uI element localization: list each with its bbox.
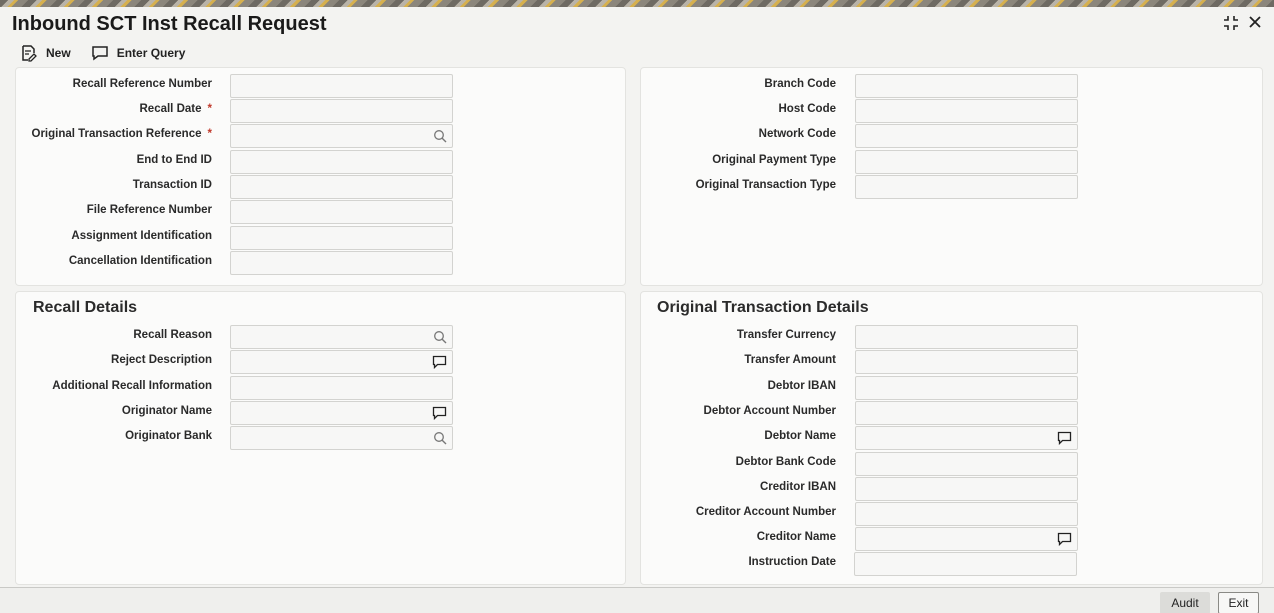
original-transaction-reference-label-wrap: Original Transaction Reference *	[0, 128, 213, 140]
recall-details-title: Recall Details	[33, 299, 138, 316]
close-icon[interactable]	[1247, 14, 1263, 35]
reject-description-input[interactable]	[230, 350, 453, 374]
debtor-account-number-input[interactable]	[855, 401, 1078, 425]
comment-icon[interactable]	[1057, 532, 1072, 551]
network-code-input[interactable]	[855, 124, 1078, 148]
footer-bar: Audit Exit	[0, 587, 1274, 613]
originator-name-input[interactable]	[230, 401, 453, 425]
original-transaction-reference-label: Original Transaction Reference	[31, 128, 202, 140]
debtor-account-number-label: Debtor Account Number	[703, 405, 836, 417]
enter-query-button[interactable]: Enter Query	[91, 45, 186, 61]
file-reference-number-label: File Reference Number	[86, 204, 212, 216]
assignment-identification-input[interactable]	[230, 226, 453, 250]
recall-date-label: Recall Date	[139, 103, 202, 115]
new-button[interactable]: New	[20, 44, 71, 62]
audit-button[interactable]: Audit	[1160, 592, 1210, 613]
original-transaction-details-title: Original Transaction Details	[657, 299, 869, 316]
recall-reason-input[interactable]	[230, 325, 453, 349]
debtor-name-input[interactable]	[855, 426, 1078, 450]
original-transaction-type-input[interactable]	[855, 175, 1078, 199]
recall-reference-number-input[interactable]	[230, 74, 453, 98]
transaction-id-input[interactable]	[230, 175, 453, 199]
creditor-iban-label: Creditor IBAN	[759, 481, 836, 493]
creditor-account-number-label: Creditor Account Number	[695, 506, 836, 518]
toolbar: New Enter Query	[20, 44, 205, 62]
original-payment-type-label: Original Payment Type	[712, 154, 836, 166]
search-icon[interactable]	[433, 431, 447, 450]
decorative-header-band	[0, 0, 1274, 7]
debtor-iban-label: Debtor IBAN	[767, 380, 836, 392]
debtor-name-label: Debtor Name	[764, 430, 836, 442]
assignment-identification-label: Assignment Identification	[71, 230, 212, 242]
comment-icon[interactable]	[432, 406, 447, 425]
instruction-date-input[interactable]	[854, 552, 1077, 576]
cancellation-identification-input[interactable]	[230, 251, 453, 275]
original-payment-type-input[interactable]	[855, 150, 1078, 174]
recall-reason-label: Recall Reason	[133, 329, 212, 341]
required-marker: *	[207, 103, 212, 115]
file-reference-number-input[interactable]	[230, 200, 453, 224]
transaction-id-label: Transaction ID	[132, 179, 212, 191]
transfer-currency-label: Transfer Currency	[736, 329, 836, 341]
additional-recall-information-input[interactable]	[230, 376, 453, 400]
debtor-bank-code-label: Debtor Bank Code	[735, 456, 836, 468]
transfer-currency-input[interactable]	[855, 325, 1078, 349]
search-icon[interactable]	[433, 330, 447, 349]
new-document-icon	[22, 45, 37, 62]
creditor-iban-input[interactable]	[855, 477, 1078, 501]
transfer-amount-input[interactable]	[855, 350, 1078, 374]
originator-name-label: Originator Name	[121, 405, 212, 417]
end-to-end-id-input[interactable]	[230, 150, 453, 174]
new-button-label: New	[46, 46, 71, 60]
debtor-bank-code-input[interactable]	[855, 452, 1078, 476]
branch-code-input[interactable]	[855, 74, 1078, 98]
enter-query-button-label: Enter Query	[116, 46, 186, 60]
originator-bank-label: Originator Bank	[125, 430, 212, 442]
recall-date-label-wrap: Recall Date *	[0, 103, 213, 115]
original-transaction-type-label: Original Transaction Type	[695, 179, 836, 191]
recall-reference-number-label: Recall Reference Number	[72, 78, 212, 90]
host-code-input[interactable]	[855, 99, 1078, 123]
comment-icon[interactable]	[1057, 431, 1072, 450]
exit-button[interactable]: Exit	[1218, 592, 1259, 613]
recall-date-input[interactable]	[230, 99, 453, 123]
network-code-label: Network Code	[758, 128, 836, 140]
original-transaction-reference-input[interactable]	[230, 124, 453, 148]
transfer-amount-label: Transfer Amount	[744, 354, 836, 366]
search-icon[interactable]	[433, 129, 447, 148]
additional-recall-information-label: Additional Recall Information	[52, 380, 212, 392]
query-icon	[91, 46, 108, 61]
required-marker: *	[207, 128, 212, 140]
host-code-label: Host Code	[778, 103, 837, 115]
branch-code-label: Branch Code	[764, 78, 836, 90]
creditor-account-number-input[interactable]	[855, 502, 1078, 526]
originator-bank-input[interactable]	[230, 426, 453, 450]
reject-description-label: Reject Description	[111, 354, 212, 366]
debtor-iban-input[interactable]	[855, 376, 1078, 400]
end-to-end-id-label: End to End ID	[136, 154, 212, 166]
instruction-date-label: Instruction Date	[748, 556, 836, 568]
creditor-name-input[interactable]	[855, 527, 1078, 551]
window-title: Inbound SCT Inst Recall Request	[12, 13, 327, 35]
maximize-icon[interactable]	[1222, 14, 1240, 37]
comment-icon[interactable]	[432, 355, 447, 374]
cancellation-identification-label: Cancellation Identification	[68, 255, 212, 267]
creditor-name-label: Creditor Name	[756, 531, 836, 543]
